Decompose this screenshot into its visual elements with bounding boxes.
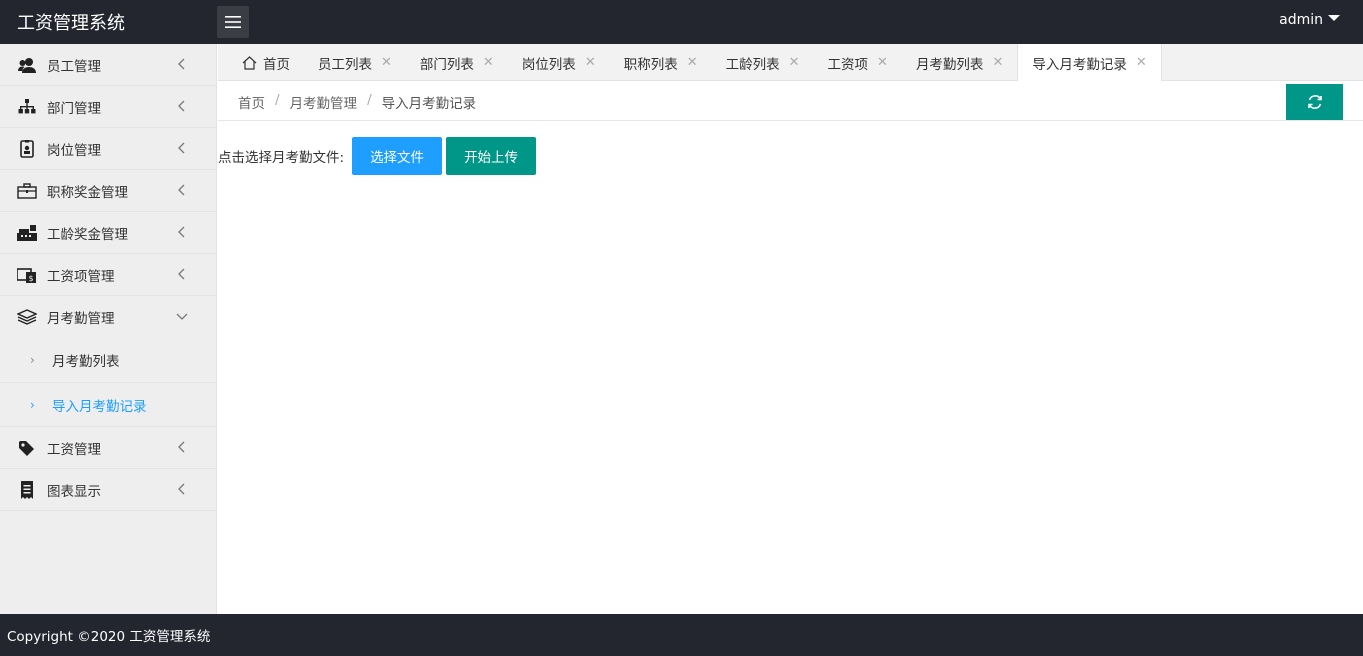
sidebar: 员工管理 部门管理 岗位管理 职称奖金管理 工龄奖金管理 $ 工资项管理 月考勤…: [0, 44, 217, 614]
chevron-left-icon: [178, 441, 185, 453]
close-icon[interactable]: ✕: [992, 55, 1003, 70]
breadcrumb-separator: /: [275, 92, 280, 108]
upload-form: 点击选择月考勤文件: 选择文件 开始上传: [218, 137, 540, 175]
tab-attendance-list[interactable]: 月考勤列表 ✕: [902, 44, 1017, 81]
briefcase-icon: [17, 181, 37, 201]
chevron-left-icon: [178, 142, 185, 154]
close-icon[interactable]: ✕: [687, 55, 698, 70]
tab-salary-items[interactable]: 工资项 ✕: [814, 44, 902, 81]
start-upload-button[interactable]: 开始上传: [446, 137, 537, 175]
tab-label: 岗位列表: [521, 56, 576, 73]
tab-title-list[interactable]: 职称列表 ✕: [610, 44, 712, 81]
menu-toggle-button[interactable]: [217, 6, 249, 38]
choose-file-button[interactable]: 选择文件: [352, 137, 443, 175]
sidebar-item-seniority-bonus[interactable]: 工龄奖金管理: [0, 212, 216, 254]
sidebar-item-salary-items[interactable]: $ 工资项管理: [0, 254, 216, 296]
sidebar-item-label: 图表显示: [47, 483, 101, 500]
money-doc-icon: $: [17, 265, 37, 285]
submenu-item-label: 月考勤列表: [52, 354, 120, 370]
refresh-button[interactable]: [1286, 84, 1343, 120]
chevron-left-icon: [178, 226, 185, 238]
caret-down-icon: [1328, 15, 1340, 21]
close-icon[interactable]: ✕: [381, 55, 392, 70]
copyright-text: Copyright ©2020 工资管理系统: [7, 629, 211, 645]
user-menu[interactable]: admin: [1279, 12, 1340, 28]
sidebar-item-salary[interactable]: 工资管理: [0, 427, 216, 469]
attendance-submenu: › 月考勤列表 › 导入月考勤记录: [0, 338, 216, 427]
tab-import-attendance[interactable]: 导入月考勤记录 ✕: [1017, 44, 1162, 81]
sidebar-item-charts[interactable]: 图表显示: [0, 469, 216, 511]
upload-label: 点击选择月考勤文件:: [218, 150, 345, 166]
sidebar-item-label: 月考勤管理: [47, 311, 115, 327]
tab-seniority-list[interactable]: 工龄列表 ✕: [712, 44, 814, 81]
refresh-icon: [1307, 95, 1322, 109]
chevron-down-icon: [176, 313, 188, 320]
submenu-item-label: 导入月考勤记录: [52, 398, 147, 415]
tab-label: 员工列表: [318, 56, 372, 73]
breadcrumb-current: 导入月考勤记录: [381, 96, 477, 112]
tab-label: 首页: [263, 56, 290, 73]
close-icon[interactable]: ✕: [585, 55, 596, 70]
sidebar-item-label: 岗位管理: [47, 142, 101, 159]
close-icon[interactable]: ✕: [877, 55, 888, 70]
tab-bar: 首页 员工列表 ✕ 部门列表 ✕ 岗位列表 ✕ 职称列表 ✕ 工龄列表 ✕ 工资…: [218, 44, 1363, 81]
chevron-left-icon: [178, 184, 185, 196]
sidebar-item-title-bonus[interactable]: 职称奖金管理: [0, 170, 216, 212]
tab-label: 部门列表: [419, 56, 474, 73]
sidebar-item-label: 部门管理: [47, 100, 101, 117]
tab-label: 导入月考勤记录: [1032, 56, 1127, 73]
sidebar-item-attendance[interactable]: 月考勤管理: [0, 296, 216, 338]
sidebar-item-label: 工资项管理: [47, 268, 115, 285]
submenu-item-import-attendance[interactable]: › 导入月考勤记录: [0, 382, 216, 426]
tab-department-list[interactable]: 部门列表 ✕: [406, 44, 508, 81]
tab-label: 工资项: [827, 56, 869, 73]
breadcrumb: 首页 / 月考勤管理 / 导入月考勤记录: [238, 92, 476, 112]
layers-icon: [17, 307, 37, 327]
breadcrumb-bar: 首页 / 月考勤管理 / 导入月考勤记录: [218, 81, 1363, 121]
users-icon: [17, 55, 37, 75]
footer: Copyright ©2020 工资管理系统: [0, 614, 1363, 656]
tab-label: 职称列表: [623, 56, 678, 73]
breadcrumb-home[interactable]: 首页: [238, 92, 265, 112]
svg-text:$: $: [28, 274, 33, 283]
sitemap-icon: [17, 97, 37, 117]
sidebar-item-label: 工资管理: [47, 441, 101, 458]
breadcrumb-parent[interactable]: 月考勤管理: [290, 92, 358, 112]
chevron-left-icon: [178, 483, 185, 495]
sidebar-item-department[interactable]: 部门管理: [0, 86, 216, 128]
tags-icon: [17, 438, 37, 458]
chevron-left-icon: [178, 58, 185, 70]
sidebar-item-label: 员工管理: [47, 58, 101, 75]
breadcrumb-separator: /: [367, 92, 372, 108]
tab-home[interactable]: 首页: [228, 44, 304, 81]
id-badge-icon: [17, 139, 37, 159]
cash-register-icon: [17, 223, 37, 243]
app-title: 工资管理系统: [17, 13, 125, 34]
sidebar-item-label: 职称奖金管理: [47, 184, 128, 201]
hamburger-icon: [225, 16, 241, 28]
chevron-left-icon: [178, 268, 185, 280]
submenu-item-attendance-list[interactable]: › 月考勤列表: [0, 338, 216, 382]
tab-label: 工龄列表: [725, 56, 780, 73]
close-icon[interactable]: ✕: [1136, 55, 1147, 70]
close-icon[interactable]: ✕: [789, 55, 800, 70]
tab-employee-list[interactable]: 员工列表 ✕: [304, 44, 406, 81]
username: admin: [1279, 12, 1323, 28]
home-icon: [242, 55, 257, 70]
sidebar-item-position[interactable]: 岗位管理: [0, 128, 216, 170]
receipt-icon: [17, 480, 37, 500]
sidebar-item-label: 工龄奖金管理: [47, 226, 128, 243]
chevron-right-icon: ›: [30, 353, 35, 367]
tab-label: 月考勤列表: [915, 56, 984, 73]
sidebar-item-employee[interactable]: 员工管理: [0, 44, 216, 86]
tab-position-list[interactable]: 岗位列表 ✕: [508, 44, 610, 81]
top-header: 工资管理系统 admin: [0, 0, 1363, 44]
chevron-left-icon: [178, 100, 185, 112]
close-icon[interactable]: ✕: [483, 55, 494, 70]
chevron-right-icon: ›: [30, 397, 35, 412]
